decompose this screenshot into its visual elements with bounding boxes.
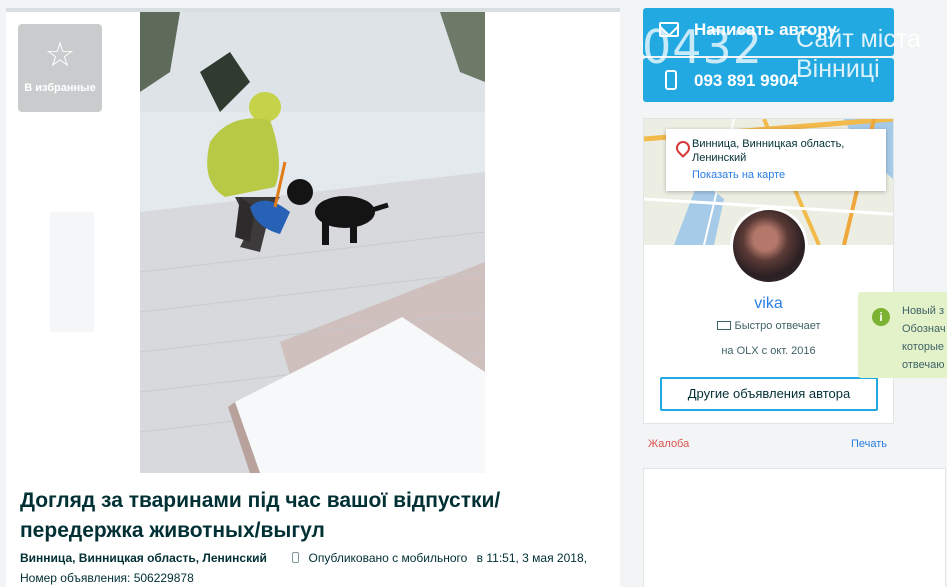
other-ads-button[interactable]: Другие объявления автора [660,377,878,411]
listing-main-card: ☆ В избранные Догляд за тваринами під ча… [6,8,620,587]
fast-reply-badge: Быстро отвечает [644,320,893,332]
avatar[interactable] [730,207,808,285]
write-author-label: Написать автору [694,20,837,39]
member-since: на OLX с окт. 2016 [721,345,816,357]
show-phone-button[interactable]: 093 891 9904 [643,58,894,102]
tooltip-line: Обознач [902,323,946,335]
complaint-link[interactable]: Жалоба [648,438,689,450]
add-to-favorites-button[interactable]: ☆ В избранные [18,24,102,112]
map-address-popup: Винница, Винницкая область, Ленинский По… [666,129,886,191]
phone-icon [665,70,677,90]
show-on-map-link[interactable]: Показать на карте [692,169,785,181]
envelope-icon [659,22,679,37]
tooltip-line: отвечаю [902,359,945,371]
new-feature-tooltip: i Новый з Обознач которые отвечаю [858,292,947,378]
fast-reply-icon [716,321,731,330]
print-link[interactable]: Печать [851,438,887,450]
phone-number: 093 891 9904 [694,71,798,90]
tooltip-text: Новый з Обознач которые отвечаю [902,302,947,374]
ad-number: Номер объявления: 506229878 [20,571,194,585]
snow-yard-photo [140,12,485,473]
published-date: в 11:51, 3 мая 2018, [476,551,587,565]
gallery-prev-thumbnail[interactable] [50,212,94,332]
info-icon: i [872,308,890,326]
advertisement-box[interactable] [643,468,946,587]
seller-address: Винница, Винницкая область, Ленинский [692,138,845,164]
listing-photo[interactable] [140,12,485,473]
seller-name[interactable]: vika [644,295,893,313]
mobile-icon [292,552,300,563]
listing-title: Догляд за тваринами під час вашої відпус… [20,489,501,542]
published-via: Опубликовано с мобильного [308,551,468,565]
listing-page: ☆ В избранные Догляд за тваринами під ча… [0,0,947,587]
write-author-button[interactable]: Написать автору [643,8,894,56]
listing-location[interactable]: Винница, Винницкая область, Ленинский [20,551,267,565]
fast-reply-label: Быстро отвечает [734,320,821,332]
star-icon: ☆ [44,35,76,75]
map-pin-icon [673,138,693,158]
favorites-label: В избранные [24,82,96,94]
listing-meta: Винница, Винницкая область, Ленинский Оп… [20,548,615,587]
tooltip-line: которые [902,341,944,353]
seller-card: Винница, Винницкая область, Ленинский По… [643,118,894,424]
tooltip-line: Новый з [902,305,945,317]
